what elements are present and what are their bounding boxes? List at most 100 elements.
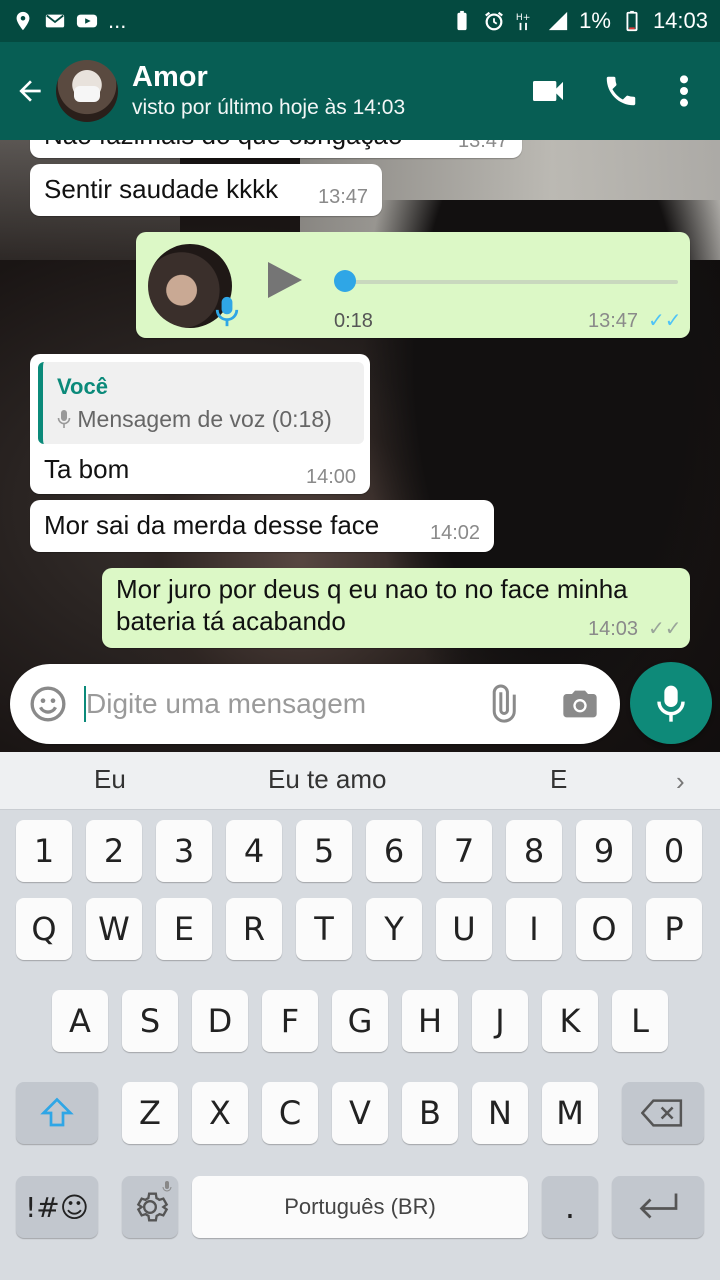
- video-call-icon[interactable]: [528, 71, 568, 111]
- backspace-key[interactable]: [622, 1082, 704, 1144]
- voice-progress-track[interactable]: [342, 280, 678, 284]
- message-time: 13:47: [458, 140, 509, 152]
- enter-icon: [639, 1193, 678, 1219]
- battery-icon: [626, 10, 638, 32]
- play-icon[interactable]: [268, 262, 302, 298]
- settings-key[interactable]: [122, 1176, 178, 1238]
- status-left-icons: ...: [12, 8, 126, 34]
- key-a[interactable]: A: [52, 990, 108, 1052]
- voice-message-bubble[interactable]: 0:18 13:47 ✓✓: [136, 232, 690, 338]
- message-text: Ta bom: [44, 454, 130, 484]
- message-text: Mor sai da merda desse face: [44, 510, 380, 540]
- key-b[interactable]: B: [402, 1082, 458, 1144]
- suggestion-item[interactable]: Eu te amo: [268, 764, 387, 795]
- message-bubble-incoming[interactable]: Sentir saudade kkkk 13:47: [30, 164, 382, 216]
- more-notifications-dots: ...: [108, 8, 127, 33]
- key-o[interactable]: O: [576, 898, 632, 960]
- voice-duration: 0:18: [334, 310, 373, 332]
- mic-badge-icon: [215, 296, 239, 327]
- shift-key[interactable]: [16, 1082, 98, 1144]
- emoji-icon[interactable]: [28, 684, 68, 724]
- period-key[interactable]: .: [542, 1176, 598, 1238]
- key-f[interactable]: F: [262, 990, 318, 1052]
- key-k[interactable]: K: [542, 990, 598, 1052]
- camera-icon[interactable]: [560, 684, 600, 724]
- key-u[interactable]: U: [436, 898, 492, 960]
- enter-key[interactable]: [612, 1176, 704, 1238]
- key-4[interactable]: 4: [226, 820, 282, 882]
- suggestions-expand-icon[interactable]: ›: [676, 766, 685, 797]
- key-1[interactable]: 1: [16, 820, 72, 882]
- read-receipt-icon: ✓✓: [648, 310, 682, 332]
- key-m[interactable]: M: [542, 1082, 598, 1144]
- contact-info[interactable]: Amor visto por último hoje às 14:03: [132, 60, 528, 122]
- key-z[interactable]: Z: [122, 1082, 178, 1144]
- message-time: 14:02: [430, 522, 481, 544]
- message-time: 14:03: [588, 618, 639, 640]
- quote-author: Você: [57, 374, 108, 399]
- voice-progress-knob[interactable]: [334, 270, 356, 292]
- header-actions: [528, 71, 694, 111]
- contact-avatar[interactable]: [56, 60, 118, 122]
- message-text-line-2: bateria tá acabando: [116, 606, 346, 636]
- key-x[interactable]: X: [192, 1082, 248, 1144]
- quote-text-label: Mensagem de voz (0:18): [77, 406, 332, 432]
- phone-call-icon[interactable]: [602, 72, 640, 110]
- back-button[interactable]: [4, 61, 56, 121]
- message-bubble-incoming[interactable]: Você Mensagem de voz (0:18) Ta bom 14:00: [30, 354, 370, 494]
- message-time: 14:00: [306, 466, 357, 488]
- alarm-icon: [485, 11, 504, 31]
- key-6[interactable]: 6: [366, 820, 422, 882]
- microphone-icon: [657, 685, 685, 722]
- message-bubble-incoming[interactable]: Mor sai da merda desse face 14:02: [30, 500, 494, 552]
- message-bubble-incoming[interactable]: Não fazimais do que obrigação 13:47: [30, 140, 522, 158]
- suggestion-bar: Eu Eu te amo E ›: [0, 752, 720, 810]
- quote-text: Mensagem de voz (0:18): [57, 406, 332, 433]
- key-h[interactable]: H: [402, 990, 458, 1052]
- message-time: 13:47: [318, 186, 369, 208]
- key-9[interactable]: 9: [576, 820, 632, 882]
- status-bar: ... H+ 1% 14:03: [0, 0, 720, 42]
- key-s[interactable]: S: [122, 990, 178, 1052]
- key-r[interactable]: R: [226, 898, 282, 960]
- status-time: 14:03: [652, 8, 708, 33]
- key-8[interactable]: 8: [506, 820, 562, 882]
- message-bubble-outgoing[interactable]: Mor juro por deus q eu nao to no face mi…: [102, 568, 690, 648]
- suggestion-item[interactable]: E: [550, 764, 567, 795]
- message-text: Não fazimais do que obrigação: [44, 140, 402, 151]
- key-n[interactable]: N: [472, 1082, 528, 1144]
- key-d[interactable]: D: [192, 990, 248, 1052]
- space-key[interactable]: Português (BR): [192, 1176, 528, 1238]
- key-y[interactable]: Y: [366, 898, 422, 960]
- location-icon: [16, 11, 30, 31]
- key-e[interactable]: E: [156, 898, 212, 960]
- chat-area[interactable]: Não fazimais do que obrigação 13:47 Sent…: [0, 140, 720, 752]
- attach-icon[interactable]: [482, 684, 522, 724]
- symbols-key[interactable]: !#☺: [16, 1176, 98, 1238]
- key-t[interactable]: T: [296, 898, 352, 960]
- key-0[interactable]: 0: [646, 820, 702, 882]
- key-q[interactable]: Q: [16, 898, 72, 960]
- key-w[interactable]: W: [86, 898, 142, 960]
- key-3[interactable]: 3: [156, 820, 212, 882]
- signal-icon: [548, 11, 568, 31]
- battery-saver-icon: [457, 10, 467, 31]
- quoted-message[interactable]: Você Mensagem de voz (0:18): [38, 362, 364, 444]
- suggestion-item[interactable]: Eu: [94, 764, 126, 795]
- record-voice-button[interactable]: [630, 662, 712, 744]
- mic-small-icon: [57, 410, 71, 428]
- key-7[interactable]: 7: [436, 820, 492, 882]
- key-j[interactable]: J: [472, 990, 528, 1052]
- key-i[interactable]: I: [506, 898, 562, 960]
- more-options-icon[interactable]: [674, 71, 694, 111]
- battery-percent: 1%: [579, 8, 611, 33]
- message-input[interactable]: [86, 678, 466, 730]
- key-5[interactable]: 5: [296, 820, 352, 882]
- message-text: Sentir saudade kkkk: [44, 174, 279, 204]
- key-g[interactable]: G: [332, 990, 388, 1052]
- key-2[interactable]: 2: [86, 820, 142, 882]
- key-l[interactable]: L: [612, 990, 668, 1052]
- key-v[interactable]: V: [332, 1082, 388, 1144]
- key-c[interactable]: C: [262, 1082, 318, 1144]
- key-p[interactable]: P: [646, 898, 702, 960]
